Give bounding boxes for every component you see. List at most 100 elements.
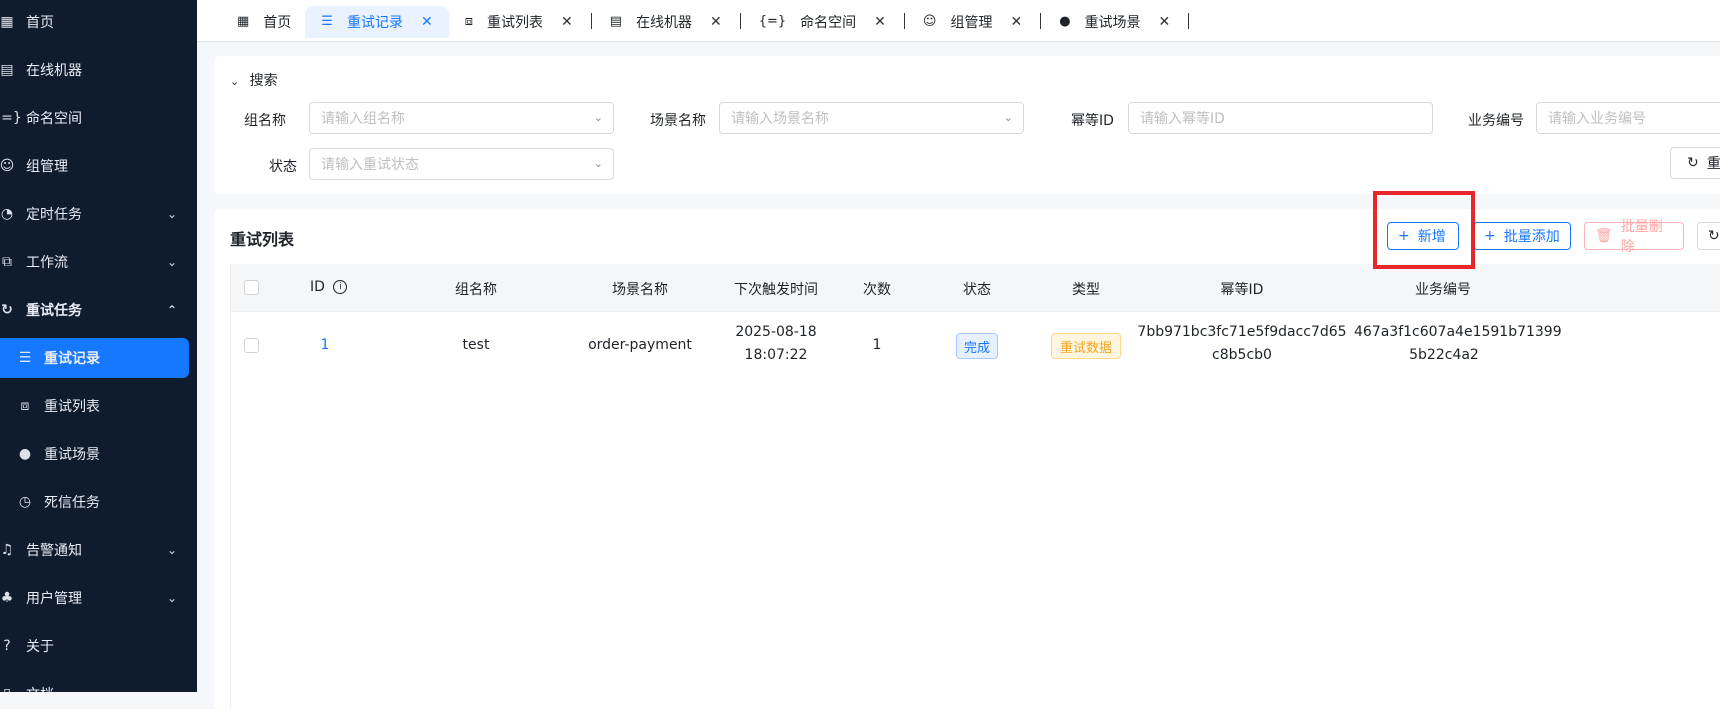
- plus-icon: +: [1484, 228, 1496, 244]
- refresh-button[interactable]: ↻: [1697, 222, 1720, 250]
- status-select[interactable]: 请输入重试状态 ⌄: [309, 148, 614, 180]
- sidebar-item-label: 告警通知: [26, 543, 82, 559]
- tab-namespace[interactable]: {=} 命名空间 ✕: [743, 6, 902, 38]
- sidebar-item-label: 命名空间: [26, 111, 82, 127]
- sidebar-item-label: 首页: [26, 15, 54, 31]
- tab-bar: ▦ 首页 ☰ 重试记录 ✕ ⧈ 重试列表 ✕ ▤ 在线机器 ✕ {=} 命名空间…: [197, 0, 1720, 42]
- sidebar-item-group-management[interactable]: ☺ 组管理: [0, 142, 197, 190]
- sidebar-item-scheduled-tasks[interactable]: ◔ 定时任务 ⌄: [0, 190, 197, 238]
- sidebar-item-label: 文档: [26, 684, 54, 692]
- sidebar-item-alert-notification[interactable]: ♫ 告警通知 ⌄: [0, 526, 197, 574]
- sidebar-item-workflow[interactable]: ⧉ 工作流 ⌄: [0, 238, 197, 286]
- chevron-down-icon: ⌄: [166, 207, 177, 221]
- search-toggle[interactable]: ⌄ 搜索: [230, 70, 278, 90]
- tab-online-machines[interactable]: ▤ 在线机器 ✕: [594, 6, 738, 38]
- sidebar-item-user-management[interactable]: ♣ 用户管理 ⌄: [0, 574, 197, 622]
- close-icon[interactable]: ✕: [1010, 14, 1022, 30]
- batch-delete-label: 批量删除: [1620, 219, 1663, 255]
- sidebar-item-namespace[interactable]: {=} 命名空间: [0, 94, 197, 142]
- trash-icon: 🗑: [1595, 228, 1613, 244]
- row-group: test: [462, 337, 490, 353]
- highlight-box: [1373, 191, 1475, 269]
- chevron-down-icon: ⌄: [593, 111, 603, 124]
- chevron-down-icon: ⌄: [593, 157, 603, 170]
- dead-letter-icon: ◷: [18, 494, 32, 510]
- checklist-icon: ☰: [18, 350, 32, 366]
- chevron-down-icon: ⌄: [230, 75, 240, 88]
- sidebar-item-retry-list[interactable]: ⧈ 重试列表: [0, 382, 197, 430]
- row-count: 1: [872, 337, 882, 353]
- grid-icon: ▦: [0, 14, 14, 30]
- scene-icon: ●: [1059, 14, 1071, 29]
- list-icon: ⧈: [20, 398, 30, 414]
- chevron-up-icon: ⌃: [166, 303, 177, 317]
- close-icon[interactable]: ✕: [710, 14, 722, 30]
- refresh-icon: ↻: [1687, 155, 1699, 171]
- business-no-input[interactable]: 请输入业务编号: [1536, 102, 1720, 134]
- tab-group-management[interactable]: ☺ 组管理 ✕: [907, 6, 1038, 38]
- row-scene: order-payment: [588, 337, 692, 353]
- bell-icon: ♫: [0, 542, 14, 558]
- column-header-idempotent-id-label: 幂等ID: [1220, 282, 1264, 298]
- scene-name-select[interactable]: 请输入场景名称 ⌄: [719, 102, 1024, 134]
- sidebar-item-home[interactable]: ▦ 首页: [0, 0, 197, 46]
- select-all-checkbox[interactable]: [244, 280, 259, 295]
- sidebar-item-label: 关于: [26, 639, 54, 655]
- reset-button[interactable]: ↻ 重置: [1670, 147, 1720, 179]
- close-icon[interactable]: ✕: [874, 14, 886, 30]
- sidebar-item-docs[interactable]: ▯ 文档: [0, 670, 197, 692]
- status-label: 状态: [269, 159, 297, 175]
- workflow-icon: ⧉: [2, 254, 12, 270]
- sidebar-item-retry-scene[interactable]: ● 重试场景: [0, 430, 197, 478]
- sidebar-item-label: 重试任务: [26, 303, 82, 319]
- status-placeholder: 请输入重试状态: [321, 157, 419, 173]
- retry-icon: ↻: [1, 302, 13, 318]
- tab-label: 重试记录: [346, 14, 403, 31]
- tab-retry-records[interactable]: ☰ 重试记录 ✕: [305, 5, 449, 38]
- tab-retry-scene[interactable]: ● 重试场景 ✕: [1043, 6, 1186, 38]
- tab-label: 重试场景: [1084, 14, 1141, 31]
- chevron-down-icon: ⌄: [166, 591, 177, 605]
- batch-add-button[interactable]: + 批量添加: [1473, 222, 1571, 250]
- status-badge: 完成: [956, 333, 998, 359]
- tab-home[interactable]: ▦ 首页: [221, 6, 305, 38]
- sidebar-item-label: 工作流: [26, 255, 68, 271]
- idempotent-id-placeholder: 请输入幂等ID: [1140, 111, 1225, 127]
- close-icon[interactable]: ✕: [561, 14, 573, 30]
- scene-name-label: 场景名称: [650, 113, 706, 129]
- group-name-select[interactable]: 请输入组名称 ⌄: [309, 102, 614, 134]
- column-header-status-label: 状态: [963, 282, 991, 298]
- braces-icon: {=}: [758, 14, 787, 29]
- tab-separator: [739, 12, 741, 29]
- tab-separator: [903, 12, 905, 29]
- group-icon: ☺: [922, 14, 937, 29]
- sidebar-item-retry-records[interactable]: ☰ 重试记录: [0, 338, 189, 378]
- tab-label: 命名空间: [800, 14, 857, 31]
- chevron-down-icon: ⌄: [166, 543, 177, 557]
- row-business-no-line2: 5b22c4a2: [1409, 347, 1479, 363]
- batch-add-label: 批量添加: [1503, 229, 1560, 245]
- close-icon[interactable]: ✕: [421, 14, 433, 30]
- users-icon: ♣: [0, 590, 14, 606]
- sidebar-item-retry-tasks[interactable]: ↻ 重试任务 ⌃: [0, 286, 197, 334]
- sidebar-item-online-machines[interactable]: ▤ 在线机器: [0, 46, 197, 94]
- sidebar-item-about[interactable]: ? 关于: [0, 622, 197, 670]
- retry-table-panel: 重试列表 + 新增 + 批量添加 🗑 批量删除 ↻ ID i 组名称 场景名称 …: [214, 209, 1720, 709]
- sidebar-item-label: 在线机器: [26, 63, 82, 79]
- tab-separator: [1188, 12, 1190, 29]
- sidebar-item-label: 重试记录: [44, 351, 100, 367]
- group-name-placeholder: 请输入组名称: [321, 111, 405, 127]
- tab-retry-list[interactable]: ⧈ 重试列表 ✕: [449, 6, 589, 38]
- close-icon[interactable]: ✕: [1159, 14, 1171, 30]
- tab-separator: [1040, 12, 1042, 29]
- sidebar-item-dead-letter[interactable]: ◷ 死信任务: [0, 478, 197, 526]
- batch-delete-button[interactable]: 🗑 批量删除: [1584, 219, 1684, 255]
- column-header-scene-label: 场景名称: [612, 282, 668, 298]
- column-header-id-label: ID: [310, 279, 325, 295]
- column-header-group-label: 组名称: [455, 282, 497, 298]
- row-id-link[interactable]: 1: [230, 334, 420, 357]
- scene-icon: ●: [18, 446, 32, 462]
- info-icon[interactable]: i: [333, 280, 348, 294]
- idempotent-id-input[interactable]: 请输入幂等ID: [1128, 102, 1433, 134]
- row-idempotent-id-line2: c8b5cb0: [1212, 347, 1272, 363]
